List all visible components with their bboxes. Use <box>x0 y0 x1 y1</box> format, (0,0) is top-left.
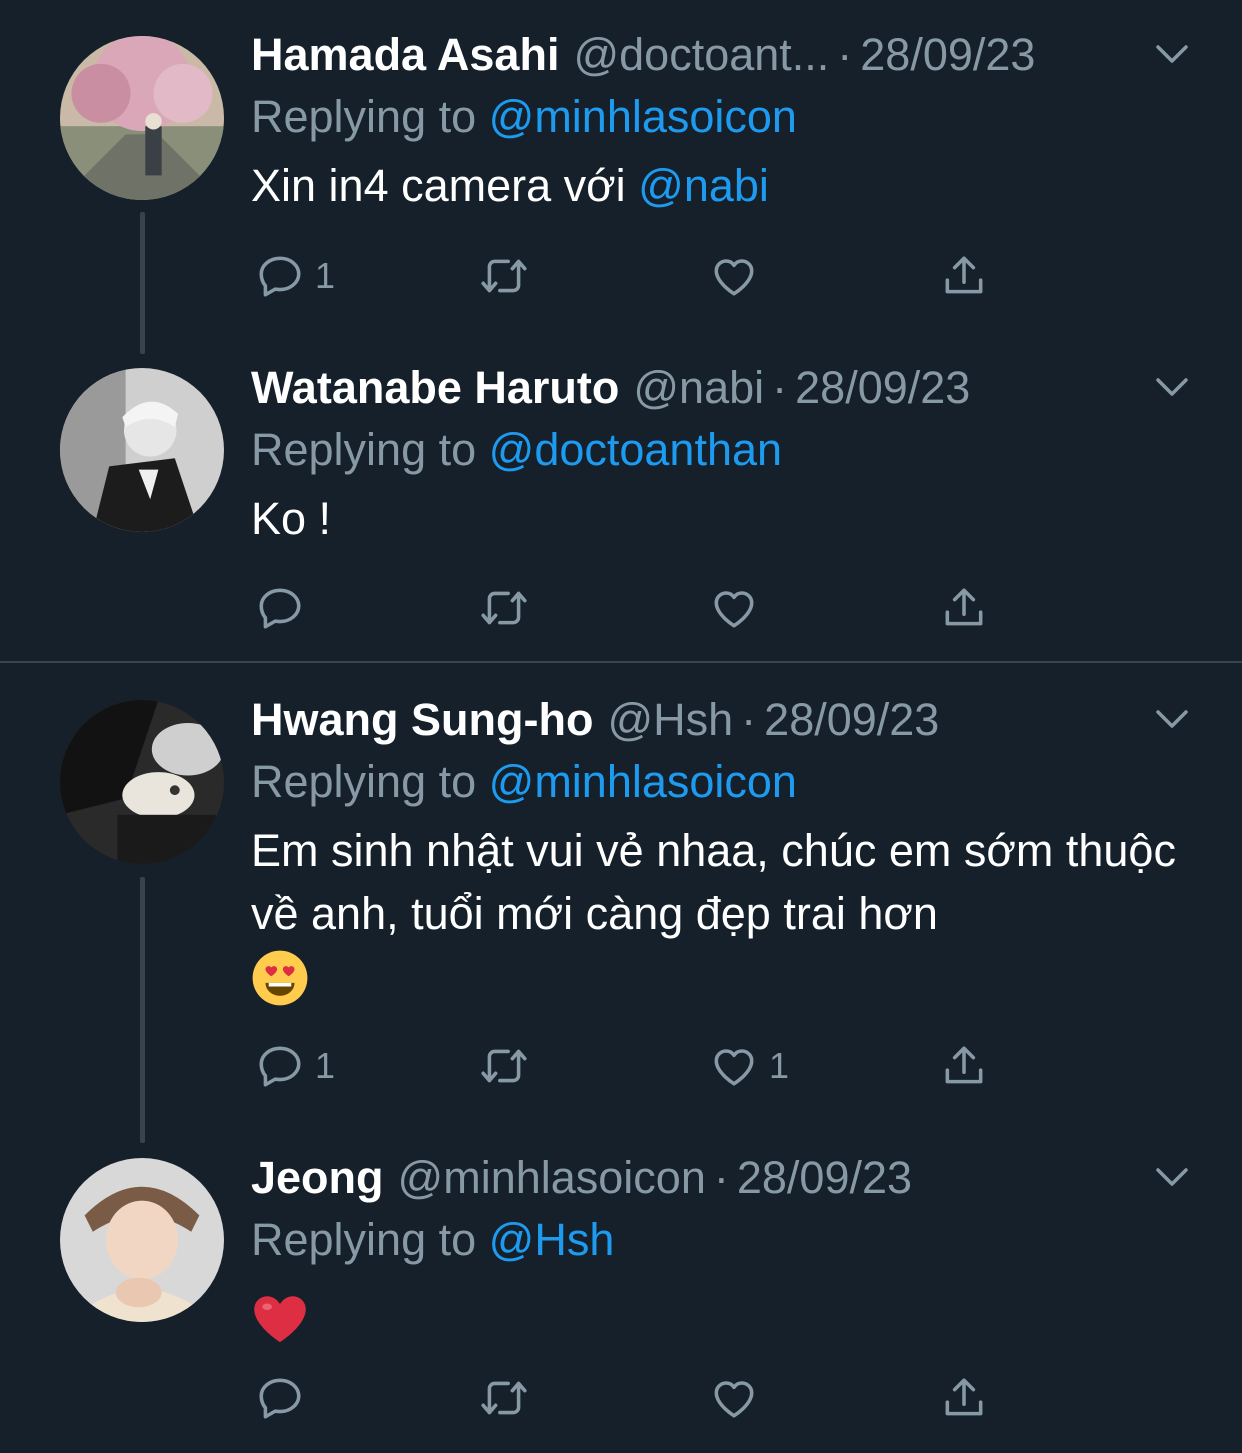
tweet-actions: 1 <box>251 246 1011 306</box>
share-icon <box>945 588 983 626</box>
display-name[interactable]: Hamada Asahi <box>251 24 559 86</box>
retweet-icon <box>481 1381 527 1415</box>
retweet-icon <box>481 1049 527 1083</box>
heart-eyes-emoji-icon <box>252 950 308 1006</box>
tweet-text-body: Xin in4 camera với <box>251 160 639 211</box>
tweet-date[interactable]: 28/09/23 <box>795 357 970 419</box>
reply-count: 1 <box>315 1045 336 1086</box>
share-icon <box>945 1046 983 1084</box>
user-handle[interactable]: @nabi <box>633 357 764 419</box>
thread-divider <box>0 661 1242 663</box>
tweet-text: Em sinh nhật vui vẻ nhaa, chúc em sớm th… <box>251 819 1202 1023</box>
like-icon <box>714 259 754 296</box>
replying-prefix: Replying to <box>251 756 489 807</box>
reply-icon <box>259 1378 301 1419</box>
reply-icon <box>259 588 301 629</box>
avatar[interactable] <box>60 1158 224 1322</box>
replying-mention[interactable]: @Hsh <box>489 1214 615 1265</box>
share-button[interactable] <box>939 246 989 306</box>
replying-mention[interactable]: @minhlasoicon <box>489 756 797 807</box>
reply-icon <box>259 1046 301 1087</box>
like-button[interactable]: 1 <box>709 1036 789 1096</box>
tweet-text: Xin in4 camera với @nabi <box>251 154 1202 217</box>
like-icon <box>714 1381 754 1418</box>
avatar[interactable] <box>60 36 224 200</box>
replying-prefix: Replying to <box>251 91 489 142</box>
tweet-header: Jeong @minhlasoicon · 28/09/23 <box>251 1147 1202 1209</box>
display-name[interactable]: Watanabe Haruto <box>251 357 619 419</box>
replying-prefix: Replying to <box>251 1214 489 1265</box>
tweet-header: Hwang Sung-ho @Hsh · 28/09/23 <box>251 689 1202 751</box>
tweet-actions <box>251 1368 1011 1428</box>
tweet-header: Hamada Asahi @doctoant... · 28/09/23 <box>251 24 1202 86</box>
tweet-text <box>251 1277 1202 1363</box>
reply-button[interactable] <box>255 1368 315 1428</box>
tweet-text-body: Ko ! <box>251 493 332 544</box>
share-button[interactable] <box>939 1036 989 1096</box>
replying-mention[interactable]: @minhlasoicon <box>489 91 797 142</box>
replying-mention[interactable]: @doctoanthan <box>489 424 782 475</box>
replying-to: Replying to @minhlasoicon <box>251 751 1202 813</box>
tweet-date[interactable]: 28/09/23 <box>860 24 1035 86</box>
replying-prefix: Replying to <box>251 424 489 475</box>
retweet-icon <box>481 259 527 293</box>
like-button[interactable] <box>709 578 769 638</box>
replying-to: Replying to @doctoanthan <box>251 419 1202 481</box>
share-icon <box>945 256 983 294</box>
emoji-heart-eyes <box>251 949 1202 1023</box>
separator-dot: · <box>741 694 757 745</box>
retweet-icon <box>481 591 527 625</box>
reply-icon <box>259 256 301 297</box>
tweet-date[interactable]: 28/09/23 <box>764 689 939 751</box>
thread-line <box>140 877 145 1143</box>
tweet-header: Watanabe Haruto @nabi · 28/09/23 <box>251 357 1202 419</box>
like-count: 1 <box>769 1045 790 1086</box>
share-button[interactable] <box>939 578 989 638</box>
tweet-actions <box>251 578 1011 638</box>
like-icon <box>714 1049 754 1086</box>
retweet-button[interactable] <box>479 246 539 306</box>
replying-to: Replying to @minhlasoicon <box>251 86 1202 148</box>
replying-to: Replying to @Hsh <box>251 1209 1202 1271</box>
tweet-actions: 1 1 <box>251 1036 1011 1096</box>
red-heart-emoji-icon <box>254 1296 306 1343</box>
reply-button[interactable] <box>255 578 315 638</box>
like-button[interactable] <box>709 246 769 306</box>
reply-button[interactable]: 1 <box>255 246 335 306</box>
thread-line <box>140 212 145 354</box>
user-handle[interactable]: @minhlasoicon <box>398 1147 706 1209</box>
avatar[interactable] <box>60 700 224 864</box>
retweet-button[interactable] <box>479 1036 539 1096</box>
user-handle[interactable]: @doctoant... <box>573 24 829 86</box>
display-name[interactable]: Jeong <box>251 1147 384 1209</box>
share-icon <box>945 1378 983 1416</box>
chevron-down-icon[interactable] <box>1154 1165 1190 1189</box>
reply-count: 1 <box>315 255 336 296</box>
user-handle[interactable]: @Hsh <box>607 689 733 751</box>
tweet-text: Ko ! <box>251 487 1202 550</box>
reply-button[interactable]: 1 <box>255 1036 335 1096</box>
retweet-button[interactable] <box>479 1368 539 1428</box>
tweet-text-body: Em sinh nhật vui vẻ nhaa, chúc em sớm th… <box>251 825 1176 939</box>
chevron-down-icon[interactable] <box>1154 707 1190 731</box>
display-name[interactable]: Hwang Sung-ho <box>251 689 593 751</box>
share-button[interactable] <box>939 1368 989 1428</box>
like-button[interactable] <box>709 1368 769 1428</box>
separator-dot: · <box>837 29 853 80</box>
separator-dot: · <box>713 1152 729 1203</box>
tweet-date[interactable]: 28/09/23 <box>737 1147 912 1209</box>
avatar[interactable] <box>60 368 224 532</box>
like-icon <box>714 591 754 628</box>
separator-dot: · <box>772 362 788 413</box>
text-mention[interactable]: @nabi <box>638 160 769 211</box>
chevron-down-icon[interactable] <box>1154 375 1190 399</box>
chevron-down-icon[interactable] <box>1154 42 1190 66</box>
retweet-button[interactable] <box>479 578 539 638</box>
